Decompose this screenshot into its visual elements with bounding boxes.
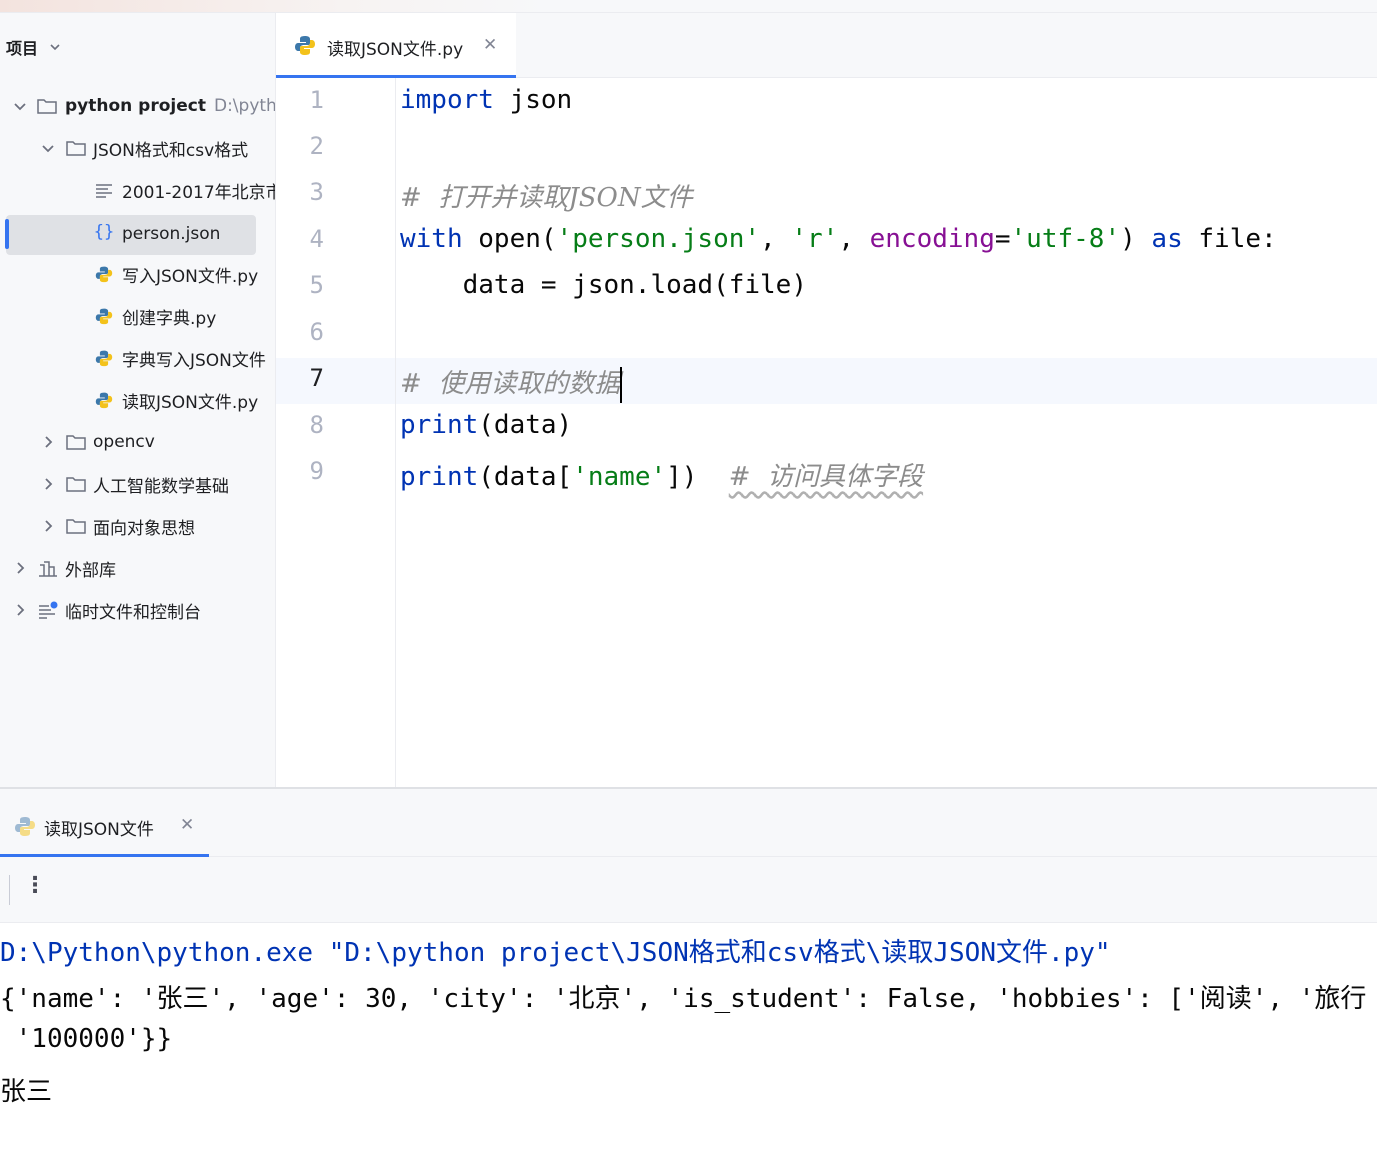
chevron-down-icon xyxy=(50,44,60,51)
tree-item-label: JSON格式和csv格式 xyxy=(93,140,249,161)
close-icon[interactable]: ✕ xyxy=(483,35,497,55)
close-icon[interactable]: ✕ xyxy=(180,815,194,835)
library-icon xyxy=(39,561,57,577)
tree-item-write-json-py[interactable]: 写入JSON文件.py xyxy=(0,257,275,291)
line-number: 1 xyxy=(309,86,324,114)
tree-item-text-file[interactable]: 2001-2017年北京市 xyxy=(0,173,276,207)
toolbar-separator xyxy=(9,875,10,905)
tree-item-label: 写入JSON文件.py xyxy=(122,266,259,287)
line-number: 9 xyxy=(309,457,324,485)
folder-icon xyxy=(66,519,86,534)
tree-item-label: 面向对象思想 xyxy=(93,518,195,539)
code-line-3[interactable]: # 打开并读取JSON文件 xyxy=(400,177,693,214)
chevron-right-icon[interactable] xyxy=(13,561,27,575)
line-number: 4 xyxy=(309,225,324,253)
editor-tab-read-json[interactable]: 读取JSON文件.py ✕ xyxy=(276,13,516,78)
project-view-header[interactable]: 项目 xyxy=(6,35,62,59)
chevron-down-icon[interactable] xyxy=(13,99,27,113)
tree-item-label: python project xyxy=(65,96,206,116)
line-number: 5 xyxy=(309,271,324,299)
title-bar xyxy=(0,0,1377,13)
tree-item-opencv-folder[interactable]: opencv xyxy=(0,425,275,459)
line-number-gutter: 1 2 3 4 5 6 7 8 9 xyxy=(276,78,396,787)
tree-item-create-dict-py[interactable]: 创建字典.py xyxy=(0,299,275,333)
project-view-title: 项目 xyxy=(6,39,39,58)
chevron-right-icon[interactable] xyxy=(13,603,27,617)
project-sidebar: 项目 python projectD:\pythor JSON格式和csv格式 … xyxy=(0,13,276,787)
python-file-icon xyxy=(95,392,113,409)
tree-item-scratches-consoles[interactable]: 临时文件和控制台 xyxy=(0,593,275,627)
line-number: 7 xyxy=(309,364,324,392)
code-line-5[interactable]: data = json.load(file) xyxy=(400,270,807,300)
folder-icon xyxy=(37,99,57,114)
more-options-icon[interactable]: ⋮ xyxy=(24,873,46,898)
tree-item-read-json-py[interactable]: 读取JSON文件.py xyxy=(0,383,275,417)
tree-item-label: opencv xyxy=(93,432,155,452)
console-line: '100000'}} xyxy=(0,1024,173,1054)
console-line: {'name': '张三', 'age': 30, 'city': '北京', … xyxy=(0,984,1367,1014)
line-number: 8 xyxy=(309,411,324,439)
tree-item-label: 创建字典.py xyxy=(122,308,217,329)
scratch-icon xyxy=(39,601,58,619)
chevron-down-icon[interactable] xyxy=(41,141,55,155)
code-line-7[interactable]: # 使用读取的数据 xyxy=(400,363,623,403)
tree-item-label: 外部库 xyxy=(65,560,116,581)
editor-tab-bar: 读取JSON文件.py ✕ xyxy=(276,13,1377,78)
line-number: 6 xyxy=(309,318,324,346)
tree-item-label: 2001-2017年北京市 xyxy=(122,182,276,203)
tree-item-person-json[interactable]: {} person.json xyxy=(0,215,275,255)
folder-icon xyxy=(66,141,86,156)
console-line: D:\Python\python.exe "D:\python project\… xyxy=(0,938,1111,968)
folder-icon xyxy=(66,435,86,450)
code-line-9[interactable]: print(data['name']) # 访问具体字段 xyxy=(400,456,923,493)
line-number: 2 xyxy=(309,132,324,160)
project-path-hint: D:\pythor xyxy=(213,96,276,116)
run-toolbar: ⋮ xyxy=(0,857,1377,923)
run-tab-read-json[interactable]: 读取JSON文件 ✕ xyxy=(0,789,209,857)
tree-item-label: 临时文件和控制台 xyxy=(65,602,201,623)
tree-item-json-csv-folder[interactable]: JSON格式和csv格式 xyxy=(0,131,275,165)
tree-item-label: 读取JSON文件.py xyxy=(122,392,259,413)
run-tool-window: 读取JSON文件 ✕ ⋮ D:\Python\python.exe "D:\py… xyxy=(0,787,1377,1149)
tree-item-label: person.json xyxy=(122,224,221,244)
console-line: 张三 xyxy=(0,1077,53,1107)
chevron-right-icon[interactable] xyxy=(41,519,55,533)
run-tab-label: 读取JSON文件 xyxy=(44,820,154,840)
tree-item-dict-to-json-py[interactable]: 字典写入JSON文件 xyxy=(0,341,275,375)
text-file-icon xyxy=(96,184,112,198)
tree-item-external-libraries[interactable]: 外部库 xyxy=(0,551,275,585)
json-file-icon: {} xyxy=(93,222,115,242)
run-tab-bar: 读取JSON文件 ✕ xyxy=(0,789,1377,857)
python-file-icon xyxy=(95,308,113,325)
tree-item-python-project[interactable]: python project D:\pythor xyxy=(0,89,276,123)
python-run-icon xyxy=(15,817,35,836)
editor-tab-label: 读取JSON文件.py xyxy=(327,40,464,60)
chevron-right-icon[interactable] xyxy=(41,435,55,449)
python-file-icon xyxy=(95,266,113,283)
tree-item-label: 人工智能数学基础 xyxy=(93,476,229,497)
code-line-4[interactable]: with open('person.json', 'r', encoding='… xyxy=(400,224,1277,254)
tree-item-oop-folder[interactable]: 面向对象思想 xyxy=(0,509,275,543)
line-number: 3 xyxy=(309,178,324,206)
code-line-1[interactable]: import json xyxy=(400,85,572,115)
python-file-icon xyxy=(95,350,113,367)
tree-item-label: 字典写入JSON文件 xyxy=(122,350,266,371)
code-line-8[interactable]: print(data) xyxy=(400,410,572,440)
tree-item-ai-math-folder[interactable]: 人工智能数学基础 xyxy=(0,467,275,501)
chevron-right-icon[interactable] xyxy=(41,477,55,491)
folder-icon xyxy=(66,477,86,492)
python-file-icon xyxy=(295,36,315,55)
code-editor[interactable]: 读取JSON文件.py ✕ 1 2 3 4 5 6 7 8 9 import j… xyxy=(276,13,1377,787)
text-caret xyxy=(620,366,623,403)
